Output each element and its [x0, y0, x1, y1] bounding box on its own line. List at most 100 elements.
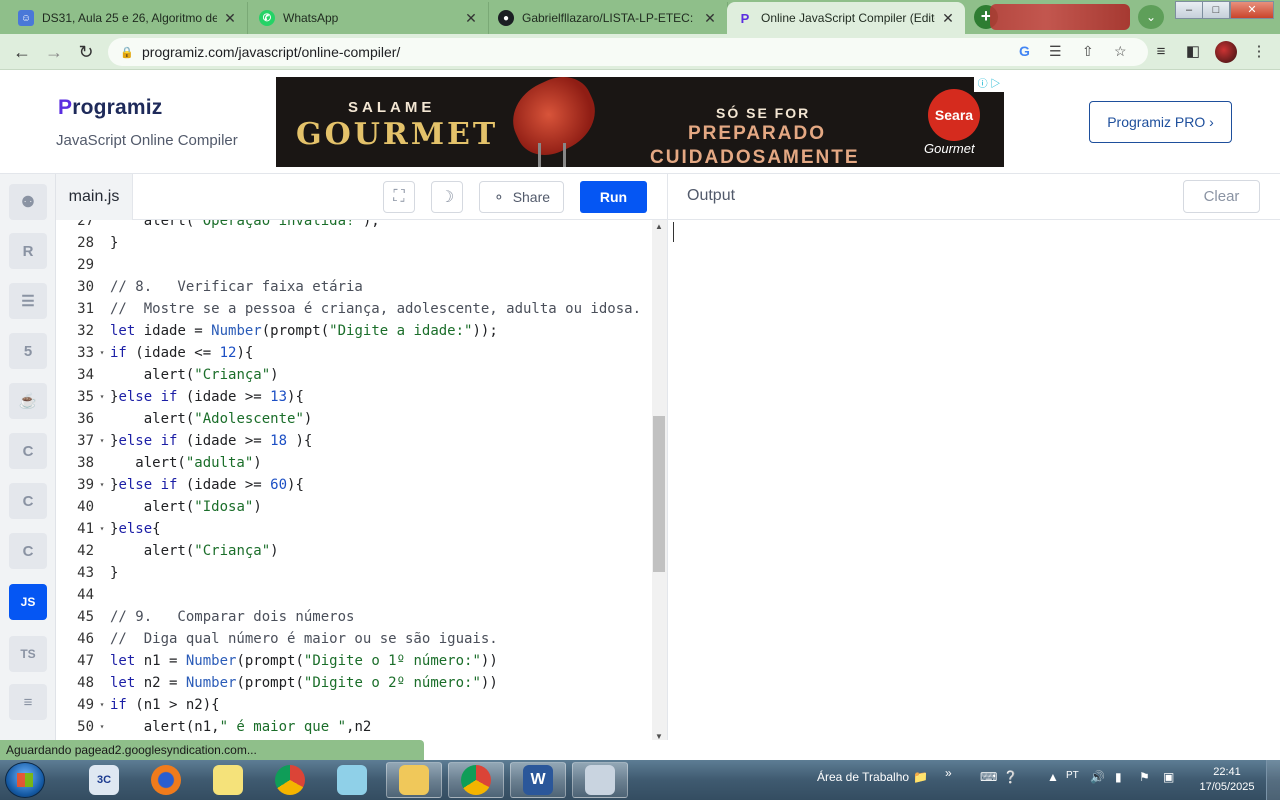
code-line[interactable]: 27 alert("Operação inválida!"); — [56, 220, 652, 232]
overflow-chevron-icon[interactable]: » — [945, 766, 952, 780]
code-line[interactable]: 49 ▾ if (n1 > n2){ — [56, 694, 652, 716]
action-center-flag-icon[interactable]: ⚑ — [1139, 770, 1150, 784]
tab-ds31[interactable]: ☺ DS31, Aula 25 e 26, Algoritmo de ✕ — [8, 2, 248, 34]
code-line[interactable]: 42 alert("Criança") — [56, 540, 652, 562]
code-line[interactable]: 50 ▾ alert(n1," é maior que ",n2 — [56, 716, 652, 738]
adchoices-icon[interactable]: ⓘ ▷ — [974, 77, 1004, 92]
taskbar-app-firefox[interactable] — [138, 762, 194, 798]
output-panel[interactable] — [667, 220, 1280, 740]
taskbar-app-editor[interactable] — [324, 762, 380, 798]
fold-arrow-icon[interactable]: ▾ — [94, 342, 110, 364]
bookmark-star-icon[interactable]: ☆ — [1114, 43, 1127, 60]
reload-icon[interactable]: ↻ — [74, 40, 98, 64]
scroll-up-arrow-icon[interactable]: ▲ — [653, 222, 665, 231]
code-line[interactable]: 32 let idade = Number(prompt("Digite a id… — [56, 320, 652, 342]
forward-arrow-icon[interactable]: → — [42, 40, 66, 64]
maximize-button[interactable]: □ — [1202, 1, 1230, 19]
keyboard-icon[interactable]: ⌨ — [980, 770, 997, 784]
close-icon[interactable]: ✕ — [941, 10, 955, 27]
taskbar-app-word[interactable]: W — [510, 762, 566, 798]
java-icon[interactable]: ☕ — [9, 383, 47, 419]
code-line[interactable]: 46 // Diga qual número é maior ou se são … — [56, 628, 652, 650]
google-icon[interactable]: G — [1019, 43, 1030, 59]
python-icon[interactable]: ⚉ — [9, 184, 47, 220]
code-line[interactable]: 38 alert("adulta") — [56, 452, 652, 474]
run-button[interactable]: Run — [580, 181, 647, 213]
taskbar-app-calculator[interactable] — [572, 762, 628, 798]
reading-list-icon[interactable]: ≡ — [1151, 42, 1171, 62]
typescript-icon[interactable]: TS — [9, 636, 47, 672]
fold-arrow-icon[interactable]: ▾ — [94, 386, 110, 408]
minimize-button[interactable]: – — [1175, 1, 1203, 19]
tab-programiz[interactable]: P Online JavaScript Compiler (Edito ✕ — [727, 2, 965, 34]
javascript-icon[interactable]: JS — [9, 584, 47, 620]
start-button[interactable] — [5, 762, 45, 798]
code-line[interactable]: 34 alert("Criança") — [56, 364, 652, 386]
clock[interactable]: 22:41 17/05/2025 — [1192, 765, 1262, 795]
close-icon[interactable]: ✕ — [223, 10, 237, 27]
sql-icon[interactable]: ☰ — [9, 283, 47, 319]
dark-mode-moon-icon[interactable]: ☽ — [431, 181, 463, 213]
fold-arrow-icon[interactable]: ▾ — [94, 694, 110, 716]
side-panel-icon[interactable]: ◧ — [1183, 42, 1203, 62]
code-line[interactable]: 31 // Mostre se a pessoa é criança, adole… — [56, 298, 652, 320]
code-line[interactable]: 30 // 8. Verificar faixa etária — [56, 276, 652, 298]
code-line[interactable]: 48 let n2 = Number(prompt("Digite o 2º nú… — [56, 672, 652, 694]
back-arrow-icon[interactable]: ← — [10, 40, 34, 64]
tab-whatsapp[interactable]: ✆ WhatsApp ✕ — [249, 2, 489, 34]
battery-icon[interactable]: ▣ — [1163, 770, 1174, 784]
desktop-toolbar-label[interactable]: Área de Trabalho — [817, 770, 909, 784]
tray-up-arrow-icon[interactable]: ▲ — [1047, 770, 1059, 784]
code-line[interactable]: 28} — [56, 232, 652, 254]
profile-avatar[interactable] — [1215, 41, 1237, 63]
code-line[interactable]: 44 — [56, 584, 652, 606]
c-icon[interactable]: C — [9, 433, 47, 469]
csharp-icon[interactable]: C — [9, 533, 47, 569]
code-line[interactable]: 33 ▾ if (idade <= 12){ — [56, 342, 652, 364]
code-editor[interactable]: 27 alert("Operação inválida!"); 28} 29 30//… — [56, 220, 667, 740]
code-line[interactable]: 45 // 9. Comparar dois números — [56, 606, 652, 628]
code-line[interactable]: 47 let n1 = Number(prompt("Digite o 1º nú… — [56, 650, 652, 672]
help-icon[interactable]: ❔ — [1003, 770, 1018, 784]
language-indicator[interactable]: PT — [1066, 770, 1079, 781]
editor-scrollbar-thumb[interactable] — [653, 416, 665, 572]
volume-icon[interactable]: 🔊 — [1090, 770, 1105, 784]
code-line[interactable]: 37 ▾}else if (idade >= 18 ){ — [56, 430, 652, 452]
tab-github[interactable]: ● Gabrielfllazaro/LISTA-LP-ETEC: lis ✕ — [488, 2, 728, 34]
more-languages-icon[interactable]: ≡ — [9, 684, 47, 720]
cpp-icon[interactable]: C — [9, 483, 47, 519]
close-icon[interactable]: ✕ — [464, 10, 478, 27]
taskbar-app-notes[interactable] — [200, 762, 256, 798]
code-line[interactable]: 29 — [56, 254, 652, 276]
translate-icon[interactable]: ☰ — [1049, 43, 1062, 60]
fold-arrow-icon[interactable]: ▾ — [94, 716, 110, 738]
kebab-menu-icon[interactable]: ⋮ — [1249, 42, 1269, 62]
programiz-pro-button[interactable]: Programiz PRO › — [1089, 101, 1232, 143]
taskbar-app-calendar[interactable]: 3C — [76, 762, 132, 798]
code-line[interactable]: 43} — [56, 562, 652, 584]
tab-search-chevron-icon[interactable]: ⌄ — [1138, 5, 1164, 29]
fold-arrow-icon[interactable]: ▾ — [94, 518, 110, 540]
html-icon[interactable]: 5 — [9, 333, 47, 369]
code-line[interactable]: 41 ▾}else{ — [56, 518, 652, 540]
fold-arrow-icon[interactable]: ▾ — [94, 430, 110, 452]
fold-arrow-icon[interactable]: ▾ — [94, 474, 110, 496]
taskbar-app-chrome[interactable] — [262, 762, 318, 798]
clear-button[interactable]: Clear — [1183, 180, 1260, 213]
fullscreen-icon[interactable]: ⛶ — [383, 181, 415, 213]
close-icon[interactable]: ✕ — [703, 10, 717, 27]
advertisement-banner[interactable]: SALAME GOURMET SÓ SE FOR PREPARADO CUIDA… — [276, 77, 1004, 167]
programiz-logo[interactable]: Programiz — [58, 96, 163, 120]
taskbar-app-chrome-open[interactable] — [448, 762, 504, 798]
desktop-folder-icon[interactable]: 📁 — [913, 770, 928, 784]
code-line[interactable]: 36 alert("Adolescente") — [56, 408, 652, 430]
network-icon[interactable]: ▮ — [1115, 770, 1122, 784]
show-desktop-button[interactable] — [1266, 760, 1280, 800]
close-window-button[interactable]: ✕ — [1230, 1, 1274, 19]
code-line[interactable]: 40 alert("Idosa") — [56, 496, 652, 518]
address-bar[interactable]: 🔒 programiz.com/javascript/online-compil… — [108, 38, 1148, 66]
share-button[interactable]: ⚬ Share — [479, 181, 564, 213]
share-page-icon[interactable]: ⇧ — [1082, 43, 1094, 60]
file-tab[interactable]: main.js — [56, 174, 133, 220]
r-icon[interactable]: R — [9, 233, 47, 269]
